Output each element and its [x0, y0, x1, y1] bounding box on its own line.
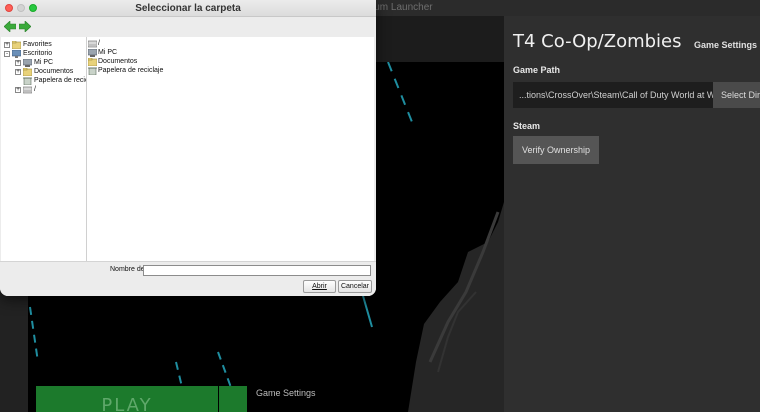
recycle-bin-icon: [23, 77, 32, 85]
game-path-field[interactable]: ...tions\CrossOver\Steam\Call of Duty Wo…: [513, 82, 713, 108]
cancel-button[interactable]: Cancelar: [338, 280, 372, 293]
tree-item-escritorio[interactable]: Escritorio: [23, 49, 52, 58]
tree-item-mi-pc[interactable]: Mi PC: [34, 58, 53, 67]
play-label: PLAY: [101, 395, 153, 412]
back-arrow-icon[interactable]: [4, 21, 16, 32]
expand-toggle-escritorio[interactable]: -: [4, 51, 10, 57]
launcher-title: ium Launcher: [372, 2, 433, 13]
list-item-documentos[interactable]: Documentos: [98, 57, 137, 66]
list-item-mi-pc[interactable]: Mi PC: [98, 48, 117, 57]
tree-item-papelera[interactable]: Papelera de reciclaje: [34, 76, 86, 85]
computer-icon: [23, 59, 32, 67]
tree-item-favorites[interactable]: Favorites: [23, 40, 52, 49]
game-settings-subtitle: Game Settings: [694, 40, 758, 50]
expand-toggle-documentos[interactable]: +: [15, 69, 21, 75]
play-options-button[interactable]: [219, 386, 247, 412]
tree-item-root[interactable]: /: [34, 85, 36, 94]
settings-panel: [504, 16, 760, 412]
list-item-root[interactable]: /: [98, 39, 100, 48]
expand-toggle-mi-pc[interactable]: +: [15, 60, 21, 66]
folder-contents-list[interactable]: / Mi PC Documentos Papelera de reciclaje: [87, 37, 374, 261]
folder-icon: [23, 68, 32, 76]
open-button[interactable]: Abrir: [303, 280, 336, 293]
game-settings-link[interactable]: Game Settings: [256, 388, 316, 398]
dialog-title: Seleccionar la carpeta: [135, 3, 241, 14]
expand-toggle-favorites[interactable]: +: [4, 42, 10, 48]
game-path-label: Game Path: [513, 65, 561, 75]
dialog-titlebar: Seleccionar la carpeta: [0, 0, 376, 17]
expand-toggle-root[interactable]: +: [15, 87, 21, 93]
folder-icon: [12, 41, 21, 49]
play-button[interactable]: PLAY: [36, 386, 218, 412]
folder-name-input[interactable]: [143, 265, 371, 276]
verify-ownership-button[interactable]: Verify Ownership: [513, 136, 599, 164]
computer-icon: [88, 49, 97, 57]
tree-item-documentos[interactable]: Documentos: [34, 67, 73, 76]
steam-label: Steam: [513, 121, 541, 131]
folder-name-label: Nombre de: [110, 266, 145, 273]
desktop-icon: [12, 50, 21, 58]
forward-arrow-icon[interactable]: [19, 21, 31, 32]
folder-chooser-dialog: Seleccionar la carpeta + Favorites - Esc…: [0, 0, 376, 296]
game-title: T4 Co-Op/Zombies: [513, 31, 682, 52]
drive-icon: [88, 40, 97, 48]
open-button-label: Abrir: [312, 283, 327, 290]
list-item-papelera[interactable]: Papelera de reciclaje: [98, 66, 163, 75]
drive-icon: [23, 86, 32, 94]
recycle-bin-icon: [88, 67, 97, 75]
folder-tree[interactable]: + Favorites - Escritorio + Mi PC + Docum…: [1, 37, 87, 261]
select-dir-button[interactable]: Select Dir: [713, 82, 760, 108]
folder-icon: [88, 58, 97, 66]
